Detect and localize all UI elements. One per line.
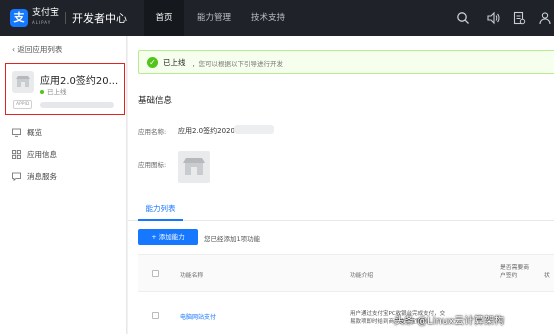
logo-divider (65, 12, 67, 24)
header-needs-signing: 是否需要商户签约 (500, 265, 529, 279)
monitor-icon (12, 128, 21, 137)
app-name-redacted (234, 125, 274, 134)
sidebar-item-app-info[interactable]: 应用信息 (12, 148, 57, 160)
developer-center-title: 开发者中心 (72, 12, 128, 25)
message-icon (12, 172, 21, 181)
added-capability-hint: 您已经添加1项功能 (204, 235, 261, 243)
online-alert-banner: ✓ 已上线 ，您可以根据以下引导进行开发 (138, 50, 554, 74)
app-name-label: 应用名称: (138, 128, 167, 136)
tab-capability-list[interactable]: 能力列表 (138, 201, 183, 221)
select-all-checkbox[interactable] (152, 270, 159, 277)
sidebar-item-label: 概览 (27, 127, 42, 137)
document-icon[interactable] (512, 11, 526, 25)
volume-icon[interactable] (486, 11, 500, 25)
app-icon-label: 应用图标: (138, 161, 167, 169)
status-online-dot (40, 90, 44, 94)
main-content: ✓ 已上线 ，您可以根据以下引导进行开发 基础信息 应用名称: 应用2.0签约2… (128, 36, 554, 334)
chevron-left-icon: ‹ (12, 45, 15, 54)
tab-home[interactable]: 首页 (144, 0, 184, 36)
tab-capability-management[interactable]: 能力管理 (188, 0, 240, 36)
grid-icon (12, 149, 21, 159)
alipay-logo-mark: 支 (10, 9, 28, 27)
appid-tag: APPID (13, 100, 33, 109)
basic-info-title: 基础信息 (138, 96, 173, 106)
search-icon[interactable] (456, 11, 470, 25)
header-capability-desc: 功能介绍 (350, 273, 374, 279)
sidebar-item-overview[interactable]: 概览 (12, 126, 42, 138)
current-app-card[interactable]: 应用2.0签约20... 已上线 APPID (5, 63, 125, 115)
top-nav-bar: 支 支付宝 ALIPAY 开发者中心 首页 能力管理 技术支持 (0, 0, 554, 36)
sidebar: ‹ 返回应用列表 应用2.0签约20... 已上线 APPID 概览 应用信息 … (0, 36, 127, 334)
capability-tab-bar: 能力列表 (128, 201, 554, 221)
sidebar-item-label: 应用信息 (27, 149, 57, 159)
sidebar-item-message-service[interactable]: 消息服务 (12, 170, 57, 182)
app-status-label: 已上线 (47, 88, 67, 96)
add-capability-button[interactable]: + 添加能力 (138, 229, 198, 245)
sidebar-item-label: 消息服务 (27, 171, 57, 181)
alert-title: 已上线 (163, 58, 186, 67)
app-status: 已上线 (40, 86, 67, 96)
header-status: 状 (544, 273, 550, 279)
alipay-logo-cn: 支付宝 (32, 8, 60, 18)
tab-tech-support[interactable]: 技术支持 (242, 0, 294, 36)
back-to-app-list-label: 返回应用列表 (17, 45, 63, 54)
capability-name-link[interactable]: 电脑网站支付 (180, 312, 216, 321)
watermark-text: 头条 @Linux云计算架构 (394, 316, 505, 327)
app-store-icon (12, 71, 34, 93)
alipay-logo-en: ALIPAY (32, 20, 52, 25)
back-to-app-list-link[interactable]: ‹ 返回应用列表 (12, 44, 62, 55)
alipay-logo-text: 支付宝 ALIPAY (32, 9, 59, 27)
alert-text: ，您可以根据以下引导进行开发 (192, 60, 283, 68)
alipay-logo[interactable]: 支 支付宝 ALIPAY 开发者中心 (10, 9, 127, 27)
app-name: 应用2.0签约20... (40, 76, 119, 87)
app-name-value: 应用2.0签约20200 (178, 127, 240, 135)
app-logo-image (178, 151, 210, 183)
row-checkbox[interactable] (152, 312, 159, 319)
user-icon[interactable] (538, 11, 552, 25)
app-id-redacted (40, 102, 114, 108)
header-capability-name: 功能名称 (180, 273, 204, 279)
capability-table-header: 功能名称 功能介绍 是否需要商户签约 状 (138, 254, 554, 292)
check-circle-icon: ✓ (147, 57, 158, 68)
